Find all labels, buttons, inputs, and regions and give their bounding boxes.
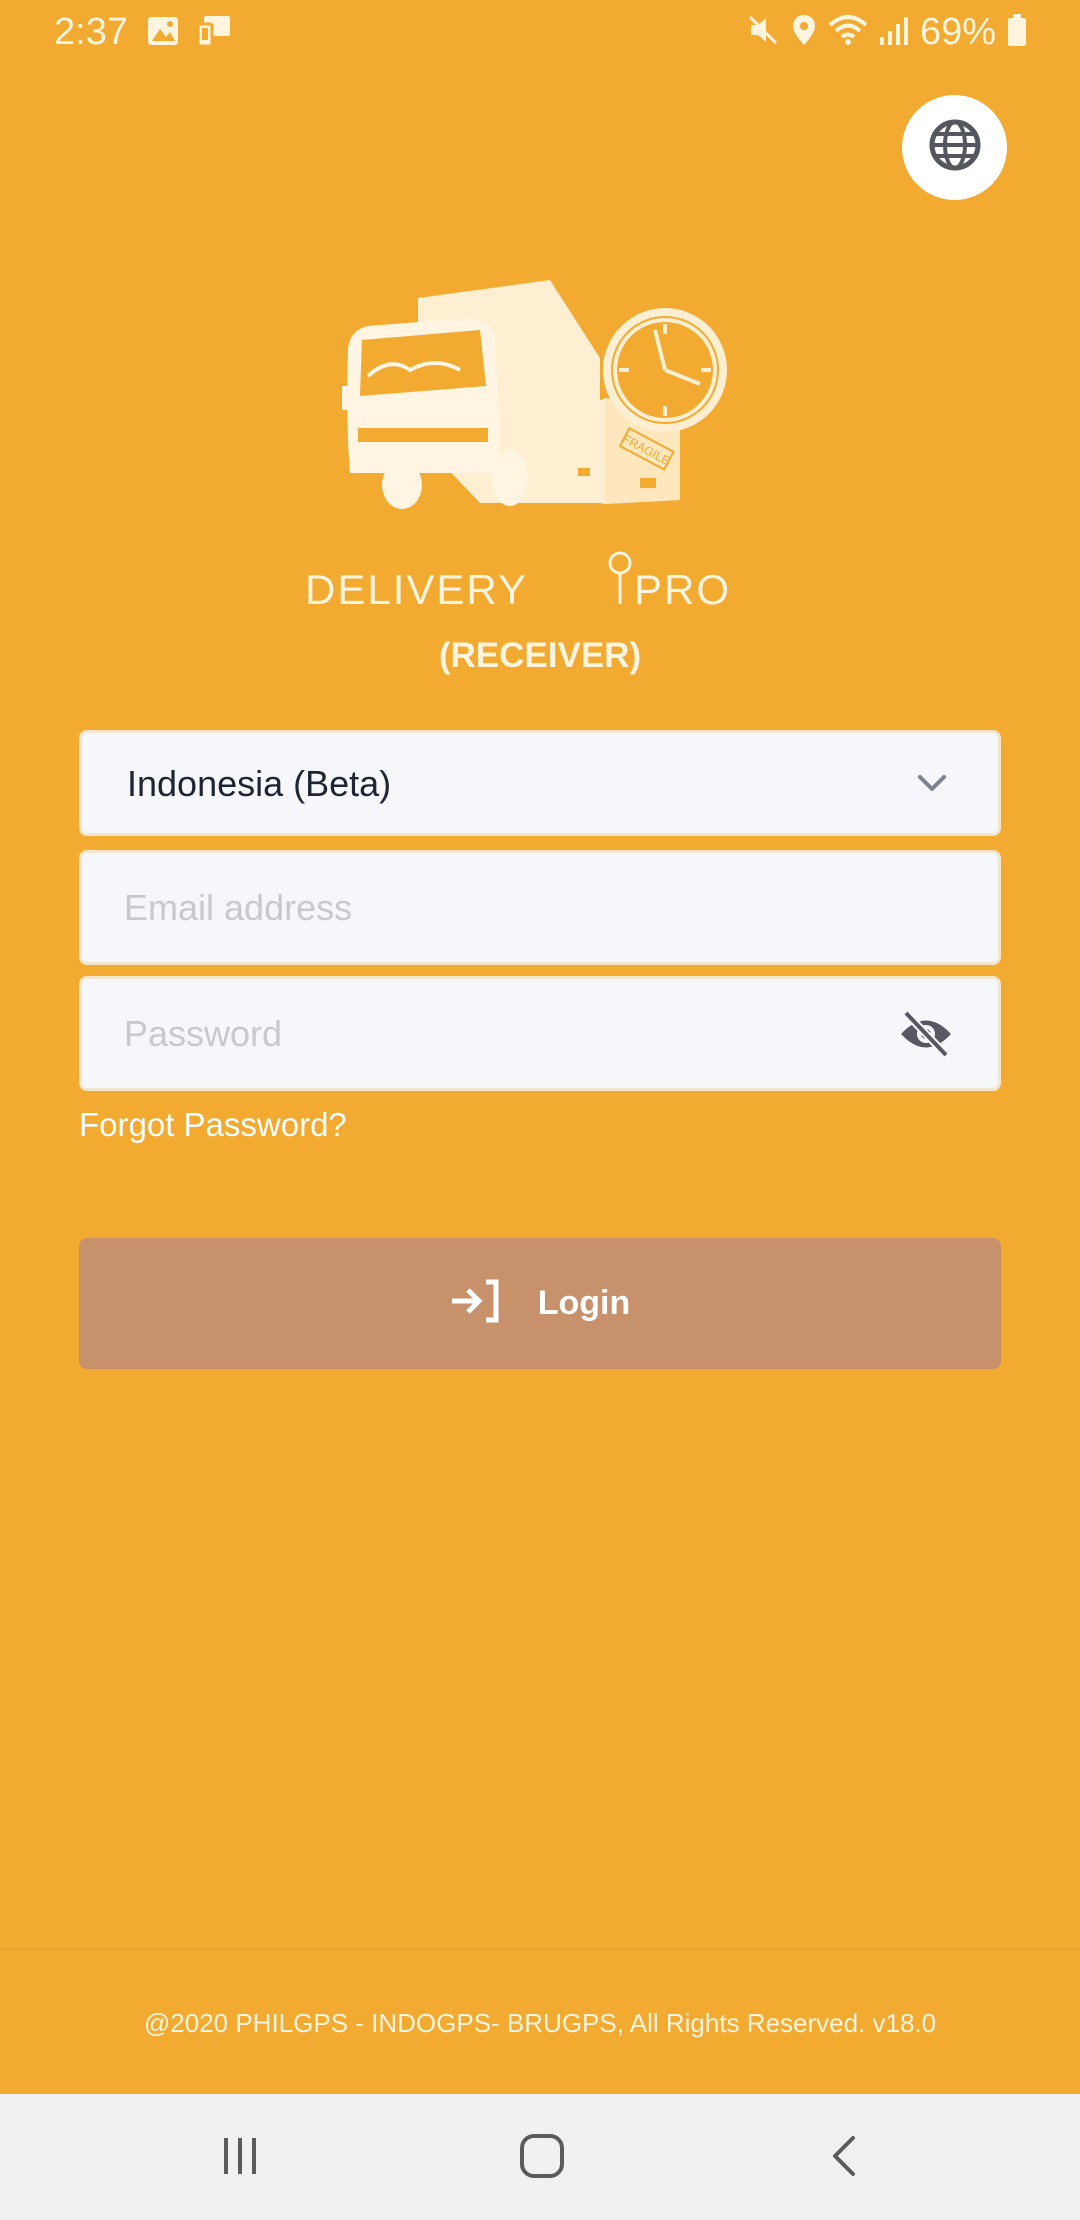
battery-icon [1006, 13, 1028, 52]
gallery-icon [146, 14, 180, 53]
brand-wordmark: DELIVERY PRO [305, 551, 731, 613]
copyright-text: @2020 PHILGPS - INDOGPS- BRUGPS, All Rig… [143, 2008, 937, 2038]
country-select[interactable]: Indonesia (Beta) [79, 730, 1001, 836]
forgot-password-link[interactable]: Forgot Password? [79, 1102, 347, 1148]
system-nav-bar [0, 2094, 1080, 2220]
brand-wordmark-right: PRO [634, 566, 731, 613]
location-icon [790, 13, 818, 52]
footer-divider [0, 1948, 1080, 1950]
location-pin-icon [608, 551, 632, 604]
app-role-subtitle: (RECEIVER) [438, 636, 642, 675]
login-button[interactable]: Login [79, 1238, 1001, 1369]
back-button[interactable] [815, 2128, 875, 2188]
globe-icon [927, 117, 983, 178]
login-arrow-icon [450, 1279, 500, 1328]
home-button[interactable] [512, 2128, 572, 2188]
password-field-container [79, 976, 1001, 1091]
recents-icon [218, 2134, 262, 2183]
status-time: 2:37 [54, 11, 128, 53]
brand-wordmark-left: DELIVERY [305, 566, 528, 613]
chevron-down-icon [916, 767, 948, 804]
delivery-truck-clock-box-logo: FRAGILE [340, 278, 740, 513]
back-icon [823, 2134, 867, 2183]
status-right-icons: 69% [746, 8, 1028, 56]
home-icon [518, 2132, 566, 2185]
screen-mirror-icon [196, 14, 232, 53]
email-field[interactable] [124, 853, 924, 962]
login-button-label: Login [537, 1284, 631, 1322]
status-left-icons [146, 14, 232, 53]
status-bar: 2:37 69% [0, 0, 1080, 64]
password-field[interactable] [124, 979, 924, 1088]
wifi-icon [828, 13, 868, 52]
battery-percentage: 69% [919, 11, 996, 53]
country-select-value: Indonesia (Beta) [127, 763, 392, 804]
signal-icon [878, 13, 910, 52]
language-button[interactable] [902, 95, 1007, 200]
mute-icon [746, 13, 780, 52]
eye-off-icon[interactable] [898, 1009, 954, 1064]
recents-button[interactable] [210, 2128, 270, 2188]
email-field-container [79, 850, 1001, 965]
